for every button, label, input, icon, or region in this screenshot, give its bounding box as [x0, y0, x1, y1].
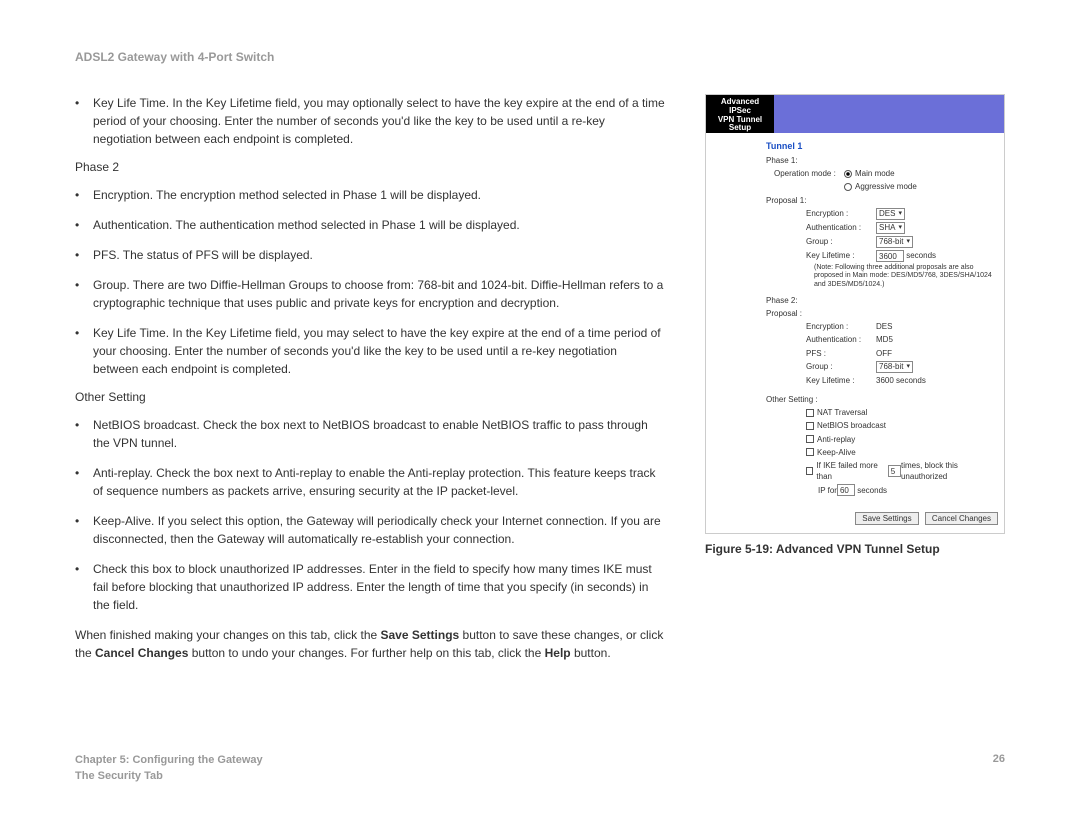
- netbios-checkbox[interactable]: [806, 422, 814, 430]
- ip-pre: IP for: [818, 485, 837, 496]
- page-number: 26: [993, 753, 1005, 784]
- list-item: Key Life Time. In the Key Lifetime field…: [93, 94, 665, 148]
- footer-chapter: Chapter 5: Configuring the Gateway: [75, 753, 263, 768]
- list-item: Encryption. The encryption method select…: [93, 186, 665, 204]
- p2-auth-val: MD5: [876, 334, 893, 345]
- doc-header: ADSL2 Gateway with 4-Port Switch: [75, 50, 1005, 64]
- ike-checkbox[interactable]: [806, 467, 813, 475]
- ike-times-input[interactable]: 5: [888, 465, 901, 477]
- list-item: Key Life Time. In the Key Lifetime field…: [93, 324, 665, 378]
- p2-enc-val: DES: [876, 321, 892, 332]
- phase2-list: Encryption. The encryption method select…: [75, 186, 665, 378]
- save-settings-label: Save Settings: [381, 628, 460, 642]
- list-item: Authentication. The authentication metho…: [93, 216, 665, 234]
- nat-label: NAT Traversal: [817, 407, 867, 418]
- right-column: Advanced IPSec VPN Tunnel Setup Tunnel 1…: [705, 94, 1005, 662]
- closing-text: When finished making your changes on thi…: [75, 628, 381, 642]
- figure-header: Advanced IPSec VPN Tunnel Setup: [706, 95, 1004, 133]
- other-label-fig: Other Setting :: [766, 394, 818, 405]
- authentication-select[interactable]: SHA: [876, 222, 905, 234]
- proposal-note: (Note: Following three additional propos…: [814, 264, 996, 289]
- group-label: Group :: [806, 236, 876, 247]
- ip-seconds-input[interactable]: 60: [837, 484, 855, 496]
- radio-main-mode[interactable]: [844, 170, 852, 178]
- footer-section: The Security Tab: [75, 769, 263, 784]
- left-column: Key Life Time. In the Key Lifetime field…: [75, 94, 665, 662]
- other-list: NetBIOS broadcast. Check the box next to…: [75, 416, 665, 614]
- p2-group-select[interactable]: 768-bit: [876, 361, 913, 373]
- figure-screenshot: Advanced IPSec VPN Tunnel Setup Tunnel 1…: [705, 94, 1005, 534]
- tunnel-heading: Tunnel 1: [766, 141, 996, 151]
- p2-pfs-label: PFS :: [806, 348, 876, 359]
- nat-checkbox[interactable]: [806, 409, 814, 417]
- ike-pre: If IKE failed more than: [816, 460, 887, 482]
- list-item: Check this box to block unauthorized IP …: [93, 560, 665, 614]
- keep-checkbox[interactable]: [806, 448, 814, 456]
- group-select[interactable]: 768-bit: [876, 236, 913, 248]
- closing-paragraph: When finished making your changes on thi…: [75, 626, 665, 662]
- keylife-input[interactable]: 3600: [876, 250, 904, 262]
- closing-text: button to undo your changes. For further…: [188, 646, 544, 660]
- auth-label: Authentication :: [806, 222, 876, 233]
- p2-group-label: Group :: [806, 361, 876, 372]
- figure-caption: Figure 5-19: Advanced VPN Tunnel Setup: [705, 542, 1005, 556]
- proposal-label: Proposal :: [766, 308, 802, 319]
- ip-post: seconds: [857, 485, 887, 496]
- page-footer: Chapter 5: Configuring the Gateway The S…: [75, 753, 1005, 784]
- enc-label: Encryption :: [806, 208, 876, 219]
- figure-body: Tunnel 1 Phase 1: Operation mode : Main …: [706, 133, 1004, 506]
- proposal1-label: Proposal 1:: [766, 195, 806, 206]
- seconds-label: seconds: [906, 250, 936, 261]
- keylife-label: Key Lifetime :: [806, 250, 876, 261]
- list-item: Anti-replay. Check the box next to Anti-…: [93, 464, 665, 500]
- figure-buttons: Save Settings Cancel Changes: [706, 506, 1004, 533]
- op-main-label: Main mode: [855, 168, 895, 179]
- ike-post: times, block this unauthorized: [901, 460, 996, 482]
- fig-header-l3: Setup: [710, 124, 770, 133]
- closing-text: button.: [571, 646, 611, 660]
- p2-enc-label: Encryption :: [806, 321, 876, 332]
- op-mode-label: Operation mode :: [774, 168, 844, 179]
- list-item: PFS. The status of PFS will be displayed…: [93, 246, 665, 264]
- footer-left: Chapter 5: Configuring the Gateway The S…: [75, 753, 263, 784]
- phase2-heading: Phase 2: [75, 160, 665, 174]
- main-content: Key Life Time. In the Key Lifetime field…: [75, 94, 1005, 662]
- netbios-label: NetBIOS broadcast: [817, 420, 886, 431]
- cancel-changes-button[interactable]: Cancel Changes: [925, 512, 998, 525]
- fig-header-l1: Advanced IPSec: [710, 98, 770, 116]
- save-settings-button[interactable]: Save Settings: [855, 512, 918, 525]
- anti-label: Anti-replay: [817, 434, 855, 445]
- p2-pfs-val: OFF: [876, 348, 892, 359]
- encryption-select[interactable]: DES: [876, 208, 905, 220]
- cancel-changes-label: Cancel Changes: [95, 646, 188, 660]
- radio-aggressive-mode[interactable]: [844, 183, 852, 191]
- anti-checkbox[interactable]: [806, 435, 814, 443]
- phase1-label: Phase 1:: [766, 155, 798, 166]
- list-item: NetBIOS broadcast. Check the box next to…: [93, 416, 665, 452]
- figure-header-label: Advanced IPSec VPN Tunnel Setup: [706, 95, 774, 133]
- keep-label: Keep-Alive: [817, 447, 856, 458]
- phase2-label-fig: Phase 2:: [766, 295, 798, 306]
- p2-keylife-label: Key Lifetime :: [806, 375, 876, 386]
- p2-auth-label: Authentication :: [806, 334, 876, 345]
- p2-keylife-val: 3600 seconds: [876, 375, 926, 386]
- intro-list: Key Life Time. In the Key Lifetime field…: [75, 94, 665, 148]
- help-label: Help: [545, 646, 571, 660]
- list-item: Keep-Alive. If you select this option, t…: [93, 512, 665, 548]
- figure-header-bar: [774, 95, 1004, 133]
- other-heading: Other Setting: [75, 390, 665, 404]
- op-aggr-label: Aggressive mode: [855, 181, 917, 192]
- list-item: Group. There are two Diffie-Hellman Grou…: [93, 276, 665, 312]
